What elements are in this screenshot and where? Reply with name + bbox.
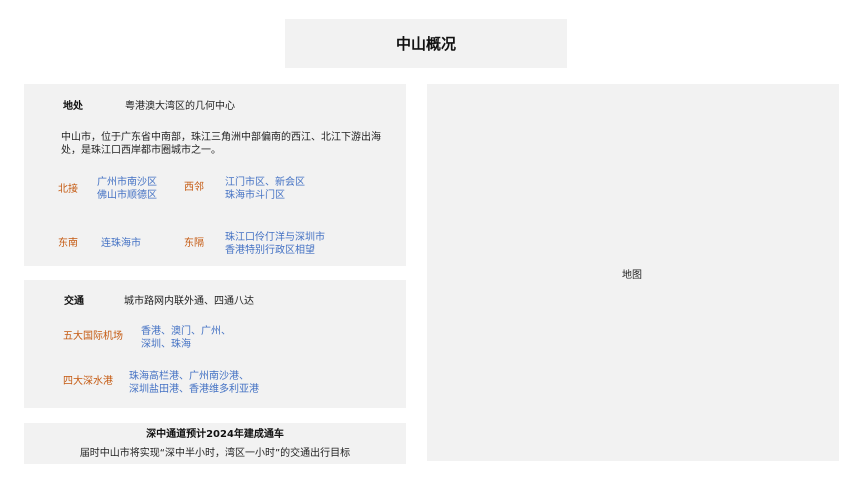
channel-heading: 深中通道预计2024年建成通车 xyxy=(146,429,284,440)
southeast-value: 连珠海市 xyxy=(101,238,141,249)
east-label: 东隔 xyxy=(184,238,204,249)
north-line-1: 广州市南沙区 xyxy=(97,177,157,188)
north-label: 北接 xyxy=(58,184,78,195)
east-line-2: 香港特别行政区相望 xyxy=(225,245,315,256)
map-label: 地图 xyxy=(622,270,642,281)
location-description: 中山市，位于广东省中南部，珠江三角洲中部偏南的西江、北江下游出海处，是珠江口西岸… xyxy=(61,132,381,156)
transport-label: 交通 xyxy=(64,296,84,307)
airports-line-2: 深圳、珠海 xyxy=(141,339,191,350)
ports-line-2: 深圳盐田港、香港维多利亚港 xyxy=(129,384,259,395)
west-line-2: 珠海市斗门区 xyxy=(225,190,285,201)
page-title: 中山概况 xyxy=(395,35,456,53)
west-label: 西邻 xyxy=(184,182,204,193)
airports-line-1: 香港、澳门、广州、 xyxy=(141,326,231,337)
north-line-2: 佛山市顺德区 xyxy=(97,190,157,201)
title-box: 中山概况 xyxy=(285,19,567,68)
transport-value: 城市路网内联外通、四通八达 xyxy=(124,296,254,307)
location-label: 地处 xyxy=(63,101,83,112)
ports-line-1: 珠海高栏港、广州南沙港、 xyxy=(129,371,249,382)
east-line-1: 珠江口伶仃洋与深圳市 xyxy=(225,232,325,243)
southeast-label: 东南 xyxy=(58,238,78,249)
location-value: 粤港澳大湾区的几何中心 xyxy=(125,101,235,112)
west-line-1: 江门市区、新会区 xyxy=(225,177,305,188)
channel-text: 届时中山市将实现“深中半小时，湾区一小时”的交通出行目标 xyxy=(79,448,351,459)
ports-label: 四大深水港 xyxy=(63,376,113,387)
airports-label: 五大国际机场 xyxy=(63,331,123,342)
